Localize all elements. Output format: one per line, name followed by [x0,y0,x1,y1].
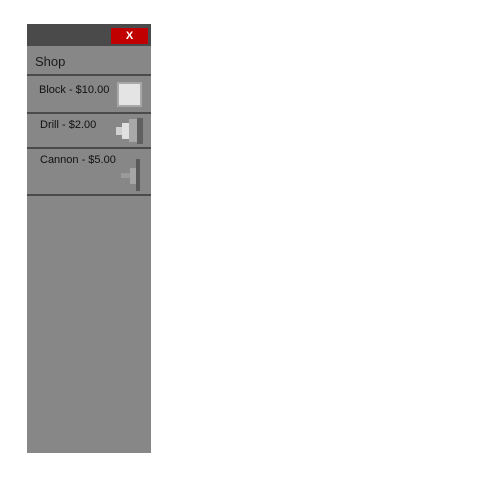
shop-item-label: Block - $10.00 [39,84,110,96]
shop-panel: X Shop Block - $10.00 Drill - $2.00 Cann… [27,24,151,453]
shop-item-label: Drill - $2.00 [40,119,97,131]
block-icon [117,82,142,107]
shop-item-drill[interactable]: Drill - $2.00 [27,114,151,147]
title-bar[interactable]: X [27,24,151,46]
close-button[interactable]: X [111,28,148,44]
shop-item-label: Cannon - $5.00 [40,154,116,166]
shop-title: Shop [35,54,66,69]
cannon-icon [121,159,140,191]
shop-item-block[interactable]: Block - $10.00 [27,76,151,112]
drill-icon [116,118,143,144]
shop-item-cannon[interactable]: Cannon - $5.00 [27,149,151,194]
divider [27,194,151,196]
